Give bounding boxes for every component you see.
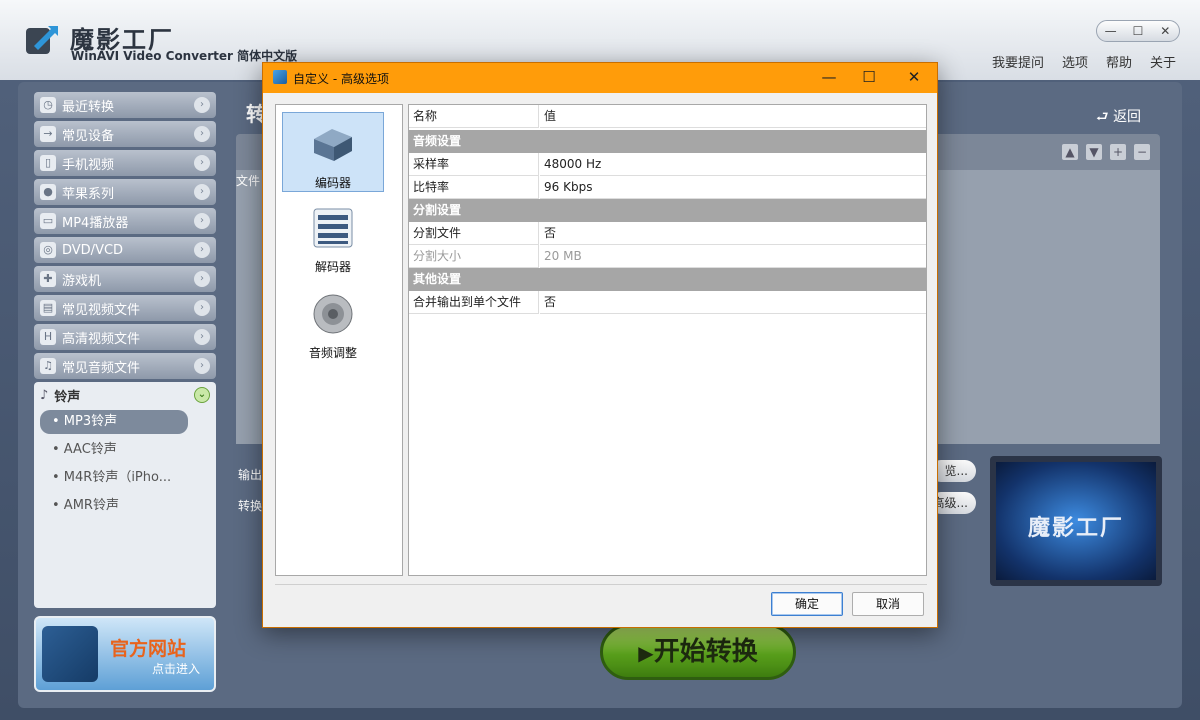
- dialog-close-button[interactable]: ✕: [904, 68, 924, 86]
- sidebar-item-phone[interactable]: ▯ 手机视频 ›: [34, 150, 216, 176]
- nav-item-decoder[interactable]: 解码器: [282, 197, 384, 277]
- table-row[interactable]: 合并输出到单个文件 否: [409, 291, 926, 314]
- banner-title: 官方网站: [110, 638, 187, 660]
- chevron-right-icon: ›: [194, 213, 210, 229]
- sidebar: ◷ 最近转换 › → 常见设备 › ▯ 手机视频 › ● 苹果系列 › ▭ MP4播放器 › ◎ DV…: [34, 92, 216, 608]
- bell-icon: ♪: [40, 387, 49, 403]
- decoder-icon: [313, 208, 353, 248]
- sidebar-item-video-files[interactable]: ▤ 常见视频文件 ›: [34, 295, 216, 321]
- menu-help[interactable]: 帮助: [1106, 52, 1132, 71]
- sidebar-item-ringtone[interactable]: ♪ 铃声 ⌄: [34, 382, 216, 408]
- phone-icon: ▯: [40, 155, 56, 171]
- chevron-right-icon: ›: [194, 271, 210, 287]
- remove-icon[interactable]: −: [1134, 144, 1150, 160]
- cancel-button[interactable]: 取消: [852, 592, 924, 616]
- sidebar-item-apple[interactable]: ● 苹果系列 ›: [34, 179, 216, 205]
- minimize-button[interactable]: —: [1097, 21, 1124, 41]
- chevron-right-icon: ›: [194, 300, 210, 316]
- back-arrow-icon: ⮐: [1096, 109, 1114, 125]
- official-site-banner[interactable]: 官方网站 点击进入: [34, 616, 216, 692]
- table-row[interactable]: 采样率 48000 Hz: [409, 153, 926, 176]
- dialog-app-icon: [273, 70, 287, 84]
- window-controls: — ☐ ✕: [1096, 20, 1180, 42]
- chevron-right-icon: ›: [194, 358, 210, 374]
- grid-section-audio[interactable]: 音频设置: [409, 130, 926, 153]
- chevron-right-icon: ›: [194, 329, 210, 345]
- property-grid: 名称 值 音频设置 采样率 48000 Hz 比特率 96 Kbps 分割设置 …: [408, 104, 927, 576]
- nav-item-audio-adjust[interactable]: 音频调整: [282, 283, 384, 363]
- chevron-right-icon: ›: [194, 184, 210, 200]
- top-menu: 我要提问 选项 帮助 关于: [992, 52, 1176, 71]
- sidebar-item-devices[interactable]: → 常见设备 ›: [34, 121, 216, 147]
- sidebar-group-ringtone: ♪ 铃声 ⌄ • MP3铃声 • AAC铃声 • M4R铃声（iPho... •…: [34, 382, 216, 608]
- table-row: 分割大小 20 MB: [409, 245, 926, 268]
- file-column-header: 文件: [236, 174, 261, 188]
- list-toolbar: ▲ ▼ + −: [1062, 144, 1150, 160]
- sidebar-item-hd-video[interactable]: H 高清视频文件 ›: [34, 324, 216, 350]
- sidebar-subitem-amr[interactable]: • AMR铃声: [34, 492, 216, 520]
- device-icon: →: [40, 126, 56, 142]
- sidebar-subitem-mp3[interactable]: • MP3铃声: [40, 410, 188, 434]
- gamepad-icon: ✚: [40, 271, 56, 287]
- sidebar-item-recent[interactable]: ◷ 最近转换 ›: [34, 92, 216, 118]
- output-label: 输出: [238, 468, 263, 482]
- dialog-title: 自定义 - 高级选项: [293, 72, 389, 86]
- start-convert-button[interactable]: ▶开始转换: [600, 624, 796, 680]
- dialog-minimize-button[interactable]: —: [819, 68, 839, 86]
- back-button[interactable]: ⮐ 返回: [1096, 106, 1141, 130]
- sidebar-item-mp4[interactable]: ▭ MP4播放器 ›: [34, 208, 216, 234]
- mp4-player-icon: ▭: [40, 213, 56, 229]
- encoder-icon: [314, 129, 352, 161]
- hd-icon: H: [40, 329, 56, 345]
- chevron-right-icon: ›: [194, 97, 210, 113]
- menu-ask-question[interactable]: 我要提问: [992, 52, 1044, 71]
- sidebar-item-dvd[interactable]: ◎ DVD/VCD ›: [34, 237, 216, 263]
- preview-image: 魔影工厂: [996, 462, 1156, 580]
- menu-options[interactable]: 选项: [1062, 52, 1088, 71]
- dialog-maximize-button[interactable]: ☐: [859, 68, 879, 86]
- preview-panel: 魔影工厂: [990, 456, 1162, 586]
- menu-about[interactable]: 关于: [1150, 52, 1176, 71]
- sidebar-subitem-m4r[interactable]: • M4R铃声（iPho...: [34, 464, 216, 492]
- maximize-button[interactable]: ☐: [1124, 21, 1151, 41]
- clock-icon: ◷: [40, 97, 56, 113]
- nav-item-encoder[interactable]: 编码器: [282, 112, 384, 192]
- add-icon[interactable]: +: [1110, 144, 1126, 160]
- disc-icon: ◎: [40, 242, 56, 258]
- ok-button[interactable]: 确定: [771, 592, 843, 616]
- music-icon: ♫: [40, 358, 56, 374]
- chevron-right-icon: ›: [194, 242, 210, 258]
- sidebar-item-console[interactable]: ✚ 游戏机 ›: [34, 266, 216, 292]
- banner-subtitle: 点击进入: [152, 662, 201, 676]
- chevron-right-icon: ›: [194, 126, 210, 142]
- chevron-right-icon: ›: [194, 155, 210, 171]
- film-icon: ▤: [40, 300, 56, 316]
- sidebar-subitem-aac[interactable]: • AAC铃声: [34, 436, 216, 464]
- chevron-down-icon: ⌄: [194, 387, 210, 403]
- dialog-titlebar[interactable]: 自定义 - 高级选项 — ☐ ✕: [263, 63, 937, 93]
- sidebar-item-audio-files[interactable]: ♫ 常见音频文件 ›: [34, 353, 216, 379]
- play-icon: ▶: [638, 641, 654, 665]
- move-down-icon[interactable]: ▼: [1086, 144, 1102, 160]
- grid-header-name: 名称: [409, 105, 539, 128]
- app-logo-icon: [26, 26, 58, 54]
- move-up-icon[interactable]: ▲: [1062, 144, 1078, 160]
- close-button[interactable]: ✕: [1152, 21, 1179, 41]
- speaker-icon: [313, 294, 353, 334]
- dialog-nav-pane: 编码器 解码器 音频调整: [275, 104, 403, 576]
- grid-section-other[interactable]: 其他设置: [409, 268, 926, 291]
- table-row[interactable]: 比特率 96 Kbps: [409, 176, 926, 199]
- convert-label: 转换: [238, 499, 263, 513]
- grid-header-row: 名称 值: [409, 105, 926, 128]
- preview-logo-text: 魔影工厂: [1027, 516, 1124, 541]
- grid-header-value: 值: [540, 105, 926, 128]
- site-logo-icon: [42, 626, 98, 682]
- dialog-separator: [275, 584, 927, 585]
- grid-section-split[interactable]: 分割设置: [409, 199, 926, 222]
- advanced-options-dialog: 自定义 - 高级选项 — ☐ ✕ 编码器 解码器 音频调整 名称 值 音频设置 …: [262, 62, 938, 628]
- apple-icon: ●: [40, 184, 56, 200]
- table-row[interactable]: 分割文件 否: [409, 222, 926, 245]
